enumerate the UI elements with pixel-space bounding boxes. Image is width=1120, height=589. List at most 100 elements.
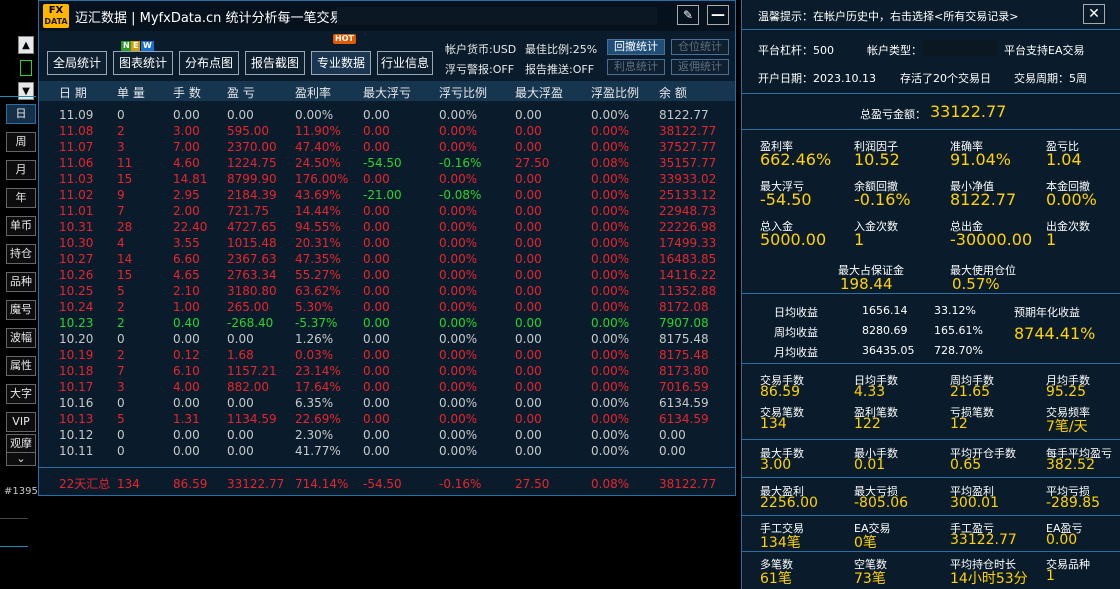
table-cell: 0.00 <box>515 332 542 346</box>
table-cell: 2.30% <box>295 428 334 442</box>
side-button-6[interactable]: 品种 <box>6 272 36 292</box>
table-cell: 6134.59 <box>659 396 709 410</box>
table-cell: -268.40 <box>227 316 274 330</box>
chart-line <box>0 518 28 519</box>
toolbar-button-1[interactable]: 图表统计 <box>113 51 173 75</box>
table-row[interactable]: 10.24 2 1.00 265.00 5.30% 0.00 0.00% 0.00 0.00% 8… <box>39 299 735 315</box>
table-row[interactable]: 10.11 0 0.00 0.00 41.77% 0.00 0.00% 0.00 0.00% 0.… <box>39 443 735 459</box>
table-cell: 0.00 <box>363 412 390 426</box>
stat-toggle-button-0[interactable]: 回撤统计 <box>607 39 665 55</box>
edit-icon[interactable]: ✎ <box>677 5 699 25</box>
side-button-8[interactable]: 波幅 <box>6 328 36 348</box>
table-row[interactable]: 11.03 15 14.81 8799.90 176.00% 0.00 0.00% 0.00 0… <box>39 171 735 187</box>
table-cell: 14 <box>117 252 133 266</box>
table-row[interactable]: 11.09 0 0.00 0.00 0.00% 0.00 0.00% 0.00 0.00% 812… <box>39 107 735 123</box>
table-cell: 2184.39 <box>227 188 277 202</box>
table-cell: 0.00 <box>173 108 200 122</box>
side-button-12[interactable]: 观摩 <box>6 434 36 454</box>
table-row[interactable]: 10.27 14 6.60 2367.63 47.35% 0.00 0.00% 0.00 0.0… <box>39 251 735 267</box>
side-button-4[interactable]: 单币 <box>6 216 36 236</box>
table-cell: 0.00% <box>439 220 478 234</box>
table-cell: 0.08% <box>591 156 630 170</box>
table-row[interactable]: 11.07 3 7.00 2370.00 47.40% 0.00 0.00% 0.00 0.00… <box>39 139 735 155</box>
toolbar-button-2[interactable]: 分布点图 <box>179 51 239 75</box>
side-button-9[interactable]: 属性 <box>6 356 36 376</box>
table-cell: 0 <box>117 108 125 122</box>
toolbar-button-4[interactable]: 专业数据 <box>311 51 371 75</box>
stat-toggle-button-2[interactable]: 利息统计 <box>607 59 665 75</box>
table-row[interactable]: 10.19 2 0.12 1.68 0.03% 0.00 0.00% 0.00 0.00% 817… <box>39 347 735 363</box>
column-header: 盈利率 <box>295 86 332 100</box>
summary-cell: 134 <box>117 477 140 491</box>
table-cell: 3.00 <box>173 124 200 138</box>
table-cell: 721.75 <box>227 204 269 218</box>
minimize-icon[interactable]: — <box>707 5 729 25</box>
stat-value: 1 <box>1046 568 1055 584</box>
return-percent: 33.12% <box>934 304 976 317</box>
summary-cell: 86.59 <box>173 477 208 491</box>
table-cell: 0.00 <box>227 332 254 346</box>
stat-value: 91.04% <box>950 150 1012 169</box>
table-row[interactable]: 10.26 15 4.65 2763.34 55.27% 0.00 0.00% 0.00 0.0… <box>39 267 735 283</box>
table-cell: 0.00 <box>363 380 390 394</box>
table-cell: 0.00 <box>515 300 542 314</box>
table-row[interactable]: 10.20 0 0.00 0.00 1.26% 0.00 0.00% 0.00 0.00% 817… <box>39 331 735 347</box>
summary-cell: 27.50 <box>515 477 550 491</box>
toolbar-button-5[interactable]: 行业信息 <box>377 51 433 75</box>
table-row[interactable]: 10.30 4 3.55 1015.48 20.31% 0.00 0.00% 0.00 0.00… <box>39 235 735 251</box>
table-cell: 2763.34 <box>227 268 277 282</box>
table-row[interactable]: 10.25 5 2.10 3180.80 63.62% 0.00 0.00% 0.00 0.00… <box>39 283 735 299</box>
table-row[interactable]: 10.31 28 22.40 4727.65 94.55% 0.00 0.00% 0.00 0.… <box>39 219 735 235</box>
table-row[interactable]: 10.18 7 6.10 1157.21 23.14% 0.00 0.00% 0.00 0.00… <box>39 363 735 379</box>
table-cell: 0.00 <box>515 252 542 266</box>
new-badge-letter: W <box>141 41 154 51</box>
table-cell: 0.00 <box>363 396 390 410</box>
stat-value: 134 <box>760 416 787 432</box>
table-cell: 1224.75 <box>227 156 277 170</box>
stat-value: 1 <box>1046 230 1057 249</box>
table-row[interactable]: 11.08 2 3.00 595.00 11.90% 0.00 0.00% 0.00 0.00%… <box>39 123 735 139</box>
table-cell: 0.00 <box>173 396 200 410</box>
summary-cell: -54.50 <box>363 477 402 491</box>
table-row[interactable]: 11.06 11 4.60 1224.75 24.50% -54.50 -0.16% 27.5… <box>39 155 735 171</box>
table-cell: 0.00% <box>591 172 630 186</box>
table-cell: 28 <box>117 220 133 234</box>
table-cell: 0.00 <box>173 428 200 442</box>
table-cell: 0.00% <box>439 124 478 138</box>
profit-extreme-section: 最大盈利 2256.00 最大亏损 -805.06 平均盈利 300.01 平均亏损 -289… <box>742 478 1120 516</box>
table-row[interactable]: 10.23 2 0.40 -268.40 -5.37% 0.00 0.00% 0.00 0.00… <box>39 315 735 331</box>
table-cell: 11.06 <box>59 156 94 170</box>
side-button-3[interactable]: 年 <box>6 188 36 208</box>
table-cell: 10.24 <box>59 300 94 314</box>
stat-toggle-button-1[interactable]: 仓位统计 <box>671 39 729 55</box>
table-cell: -5.37% <box>295 316 338 330</box>
close-icon[interactable]: ✕ <box>1083 4 1105 24</box>
table-cell: 0.00 <box>515 268 542 282</box>
side-button-10[interactable]: 大字 <box>6 384 36 404</box>
scroll-up-button[interactable]: ▲ <box>18 36 34 54</box>
side-button-13[interactable]: ⌄ <box>6 452 36 466</box>
side-button-11[interactable]: VIP <box>6 412 36 432</box>
toolbar-button-0[interactable]: 全局统计 <box>47 51 107 75</box>
table-row[interactable]: 10.17 3 4.00 882.00 17.64% 0.00 0.00% 0.00 0.00%… <box>39 379 735 395</box>
table-cell: 0 <box>117 396 125 410</box>
return-label: 月均收益 <box>774 346 818 359</box>
side-button-2[interactable]: 月 <box>6 160 36 180</box>
side-button-5[interactable]: 持仓 <box>6 244 36 264</box>
table-cell: 22226.98 <box>659 220 717 234</box>
table-row[interactable]: 10.13 5 1.31 1134.59 22.69% 0.00 0.00% 0.00 0.00… <box>39 411 735 427</box>
stat-toggle-button-3[interactable]: 返佣统计 <box>671 59 729 75</box>
table-row[interactable]: 10.12 0 0.00 0.00 2.30% 0.00 0.00% 0.00 0.00% 0.0… <box>39 427 735 443</box>
table-row[interactable]: 10.16 0 0.00 0.00 6.35% 0.00 0.00% 0.00 0.00% 613… <box>39 395 735 411</box>
side-button-7[interactable]: 魔号 <box>6 300 36 320</box>
table-row[interactable]: 11.01 7 2.00 721.75 14.44% 0.00 0.00% 0.00 0.00%… <box>39 203 735 219</box>
table-row[interactable]: 11.02 9 2.95 2184.39 43.69% -21.00 -0.08% 0.00 0… <box>39 187 735 203</box>
table-cell: 10.17 <box>59 380 94 394</box>
side-button-0[interactable]: 日 <box>6 104 36 124</box>
side-button-1[interactable]: 周 <box>6 132 36 152</box>
table-cell: 3.55 <box>173 236 200 250</box>
scroll-down-button[interactable]: ▼ <box>18 82 34 100</box>
toolbar-button-3[interactable]: 报告截图 <box>245 51 305 75</box>
table-cell: 94.55% <box>295 220 341 234</box>
table-cell: 5 <box>117 412 125 426</box>
